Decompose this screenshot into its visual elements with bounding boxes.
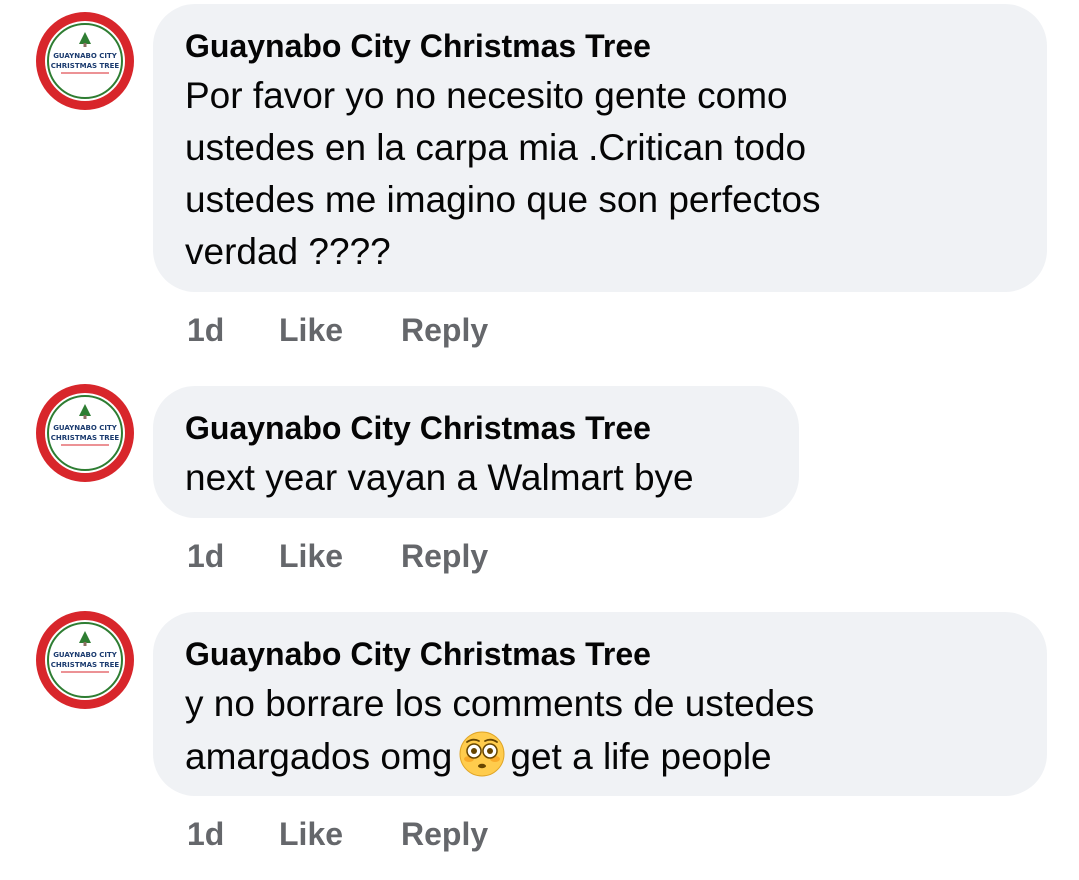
reply-button[interactable]: Reply	[401, 538, 488, 575]
comment-text-line: Por favor yo no necesito gente como	[185, 75, 788, 116]
comment-text-line: ustedes me imagino que son perfectos	[185, 179, 821, 220]
page-avatar[interactable]: GUAYNABO CITY CHRISTMAS TREE	[34, 10, 136, 112]
flushed-face-emoji-icon	[458, 730, 506, 778]
reply-button[interactable]: Reply	[401, 312, 488, 349]
page-avatar[interactable]: GUAYNABO CITY CHRISTMAS TREE	[34, 609, 136, 711]
comment-bubble: Guaynabo City Christmas Tree y no borrar…	[153, 612, 1047, 796]
christmas-tree-logo-icon: GUAYNABO CITY CHRISTMAS TREE	[36, 611, 134, 709]
comment-author[interactable]: Guaynabo City Christmas Tree	[185, 634, 1017, 674]
comment-text-line: next year vayan a Walmart bye	[185, 457, 694, 498]
comment-actions: 1d Like Reply	[187, 816, 488, 853]
comment-text-line: y no borrare los comments de ustedes	[185, 683, 815, 724]
like-button[interactable]: Like	[279, 816, 401, 853]
comment-text-segment: get a life people	[510, 736, 772, 777]
avatar-text-line-2: CHRISTMAS TREE	[51, 661, 120, 669]
avatar-text-line-1: GUAYNABO CITY	[53, 651, 118, 659]
like-button[interactable]: Like	[279, 538, 401, 575]
reply-button[interactable]: Reply	[401, 816, 488, 853]
page-avatar[interactable]: GUAYNABO CITY CHRISTMAS TREE	[34, 382, 136, 484]
comment-text-segment: amargados omg	[185, 736, 453, 777]
comment-text: next year vayan a Walmart bye	[185, 452, 769, 504]
christmas-tree-logo-icon: GUAYNABO CITY CHRISTMAS TREE	[36, 12, 134, 110]
comment-text-line: amargados omg get a life people	[185, 730, 1017, 783]
comment-timestamp: 1d	[187, 538, 225, 574]
comment-actions: 1d Like Reply	[187, 538, 488, 575]
avatar-text-line-2: CHRISTMAS TREE	[51, 62, 120, 70]
comment-timestamp: 1d	[187, 816, 225, 852]
comment-timestamp: 1d	[187, 312, 225, 348]
comment-text-line: ustedes en la carpa mia .Critican todo	[185, 127, 807, 168]
comment-actions: 1d Like Reply	[187, 312, 488, 349]
comment-text-line: verdad ????	[185, 231, 391, 272]
avatar-text-line-2: CHRISTMAS TREE	[51, 434, 120, 442]
christmas-tree-logo-icon: GUAYNABO CITY CHRISTMAS TREE	[36, 384, 134, 482]
comment-text: Por favor yo no necesito gente como uste…	[185, 70, 1017, 278]
comment-bubble: Guaynabo City Christmas Tree Por favor y…	[153, 4, 1047, 292]
comment-text: y no borrare los comments de ustedes ama…	[185, 678, 1017, 783]
avatar-text-line-1: GUAYNABO CITY	[53, 52, 118, 60]
comment-author[interactable]: Guaynabo City Christmas Tree	[185, 408, 769, 448]
comment-author[interactable]: Guaynabo City Christmas Tree	[185, 26, 1017, 66]
avatar-text-line-1: GUAYNABO CITY	[53, 424, 118, 432]
comment-bubble: Guaynabo City Christmas Tree next year v…	[153, 386, 799, 518]
like-button[interactable]: Like	[279, 312, 401, 349]
